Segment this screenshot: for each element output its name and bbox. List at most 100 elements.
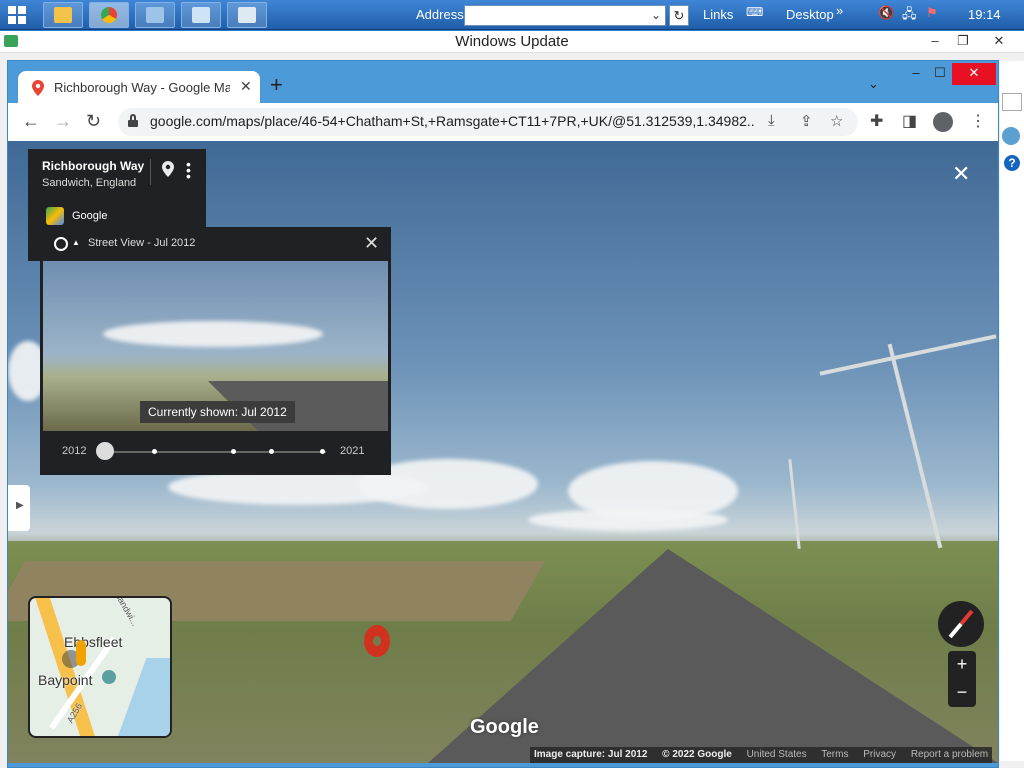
terms-link[interactable]: Terms (821, 749, 848, 760)
kebab-menu-icon[interactable]: ⋮ (970, 111, 986, 131)
place-locality: Sandwich, England (42, 177, 137, 189)
compass-icon[interactable] (938, 601, 984, 647)
window-title: Windows Update (455, 33, 569, 50)
time-machine-title: Street View - Jul 2012 (88, 237, 196, 249)
security-alert-icon[interactable]: ⚑ (926, 5, 938, 21)
extensions-icon[interactable]: ✚ (870, 111, 883, 131)
location-pin-icon[interactable] (162, 161, 174, 177)
tab-close-icon[interactable]: ✕ (240, 78, 252, 95)
minimap[interactable]: Sandwi... Ebbsfleet Baypoint A256 (28, 596, 172, 738)
caret-up-icon[interactable]: ▲ (72, 238, 80, 247)
profile-avatar[interactable] (933, 112, 953, 132)
side-panel-icon[interactable]: ◨ (902, 111, 917, 131)
close-icon[interactable]: ✕ (364, 233, 379, 254)
window-titlebar: Windows Update – ❐ ✕ (0, 31, 1024, 53)
folder-icon (54, 7, 72, 23)
zoom-out-button[interactable]: − (948, 679, 976, 707)
side-panel-toggle[interactable]: ▶ (8, 485, 30, 531)
google-watermark: Google (470, 716, 539, 738)
tab-title: Richborough Way - Google Maps (54, 80, 230, 95)
url-text[interactable]: google.com/maps/place/46-54+Chatham+St,+… (150, 113, 754, 129)
new-tab-button[interactable]: + (270, 74, 283, 96)
network-tray-icon[interactable]: 🖧 (902, 5, 917, 27)
place-name[interactable]: Richborough Way (42, 159, 144, 173)
chrome-icon (101, 7, 117, 23)
globe-icon[interactable] (1002, 127, 1020, 145)
bookmark-star-icon[interactable]: ☆ (830, 112, 843, 130)
pegman-icon[interactable] (76, 640, 86, 666)
history-icon[interactable] (54, 237, 68, 251)
forward-arrow-icon[interactable]: → (54, 111, 72, 132)
taskbar-app-network[interactable] (135, 2, 175, 28)
help-icon[interactable]: ? (1004, 155, 1020, 171)
side-field[interactable] (1002, 93, 1022, 111)
taskbar-app-window[interactable] (181, 2, 221, 28)
region-link[interactable]: United States (747, 749, 807, 760)
omnibox[interactable]: google.com/maps/place/46-54+Chatham+St,+… (118, 108, 858, 136)
volume-muted-icon[interactable]: 🔇 (878, 5, 894, 21)
start-button[interactable] (8, 6, 26, 24)
timeline-end-year: 2021 (340, 445, 365, 457)
copyright: © 2022 Google (662, 749, 732, 760)
street-lamp (887, 343, 943, 549)
image-capture-date: Image capture: Jul 2012 (534, 749, 648, 760)
time-machine-header: ▲ Street View - Jul 2012 ✕ (40, 227, 391, 261)
taskbar-app-explorer[interactable] (43, 2, 83, 28)
overflow-chevron[interactable]: » (836, 3, 843, 18)
timeline-tick[interactable] (269, 449, 274, 454)
tab-search-button[interactable]: ⌄ (868, 76, 879, 92)
timeline-start-year: 2012 (62, 445, 87, 457)
current-date-tooltip: Currently shown: Jul 2012 (140, 401, 295, 423)
maximize-button[interactable]: ❐ (946, 31, 980, 53)
chevron-down-icon[interactable]: ⌄ (651, 8, 661, 22)
taskbar-app-chrome[interactable] (89, 2, 129, 28)
divider (150, 159, 151, 185)
lock-icon[interactable] (128, 114, 138, 127)
close-street-view-button[interactable]: ✕ (952, 161, 970, 187)
clock[interactable]: 19:14 (968, 7, 1001, 22)
browser-toolbar: ← → ↻ google.com/maps/place/46-54+Chatha… (8, 103, 998, 141)
zoom-in-button[interactable]: + (948, 651, 976, 679)
install-app-icon[interactable]: ⤓ (768, 112, 775, 129)
timeline-track[interactable] (106, 451, 326, 453)
reload-icon[interactable]: ↻ (86, 111, 101, 132)
browser-close-button[interactable]: ✕ (952, 63, 996, 85)
street-view-panorama[interactable]: Richborough Way Sandwich, England • • • Go… (8, 141, 998, 763)
attribution-bar: Image capture: Jul 2012 © 2022 Google Un… (530, 747, 993, 763)
lifebuoy (364, 625, 390, 657)
taskbar: Address ⌄ ↻ Links ⌨ Desktop » 🔇 🖧 ⚑ 19:1… (0, 0, 1024, 30)
report-problem-link[interactable]: Report a problem (911, 749, 988, 760)
cloud (528, 509, 728, 531)
monitor-icon (238, 7, 256, 23)
links-toolbar[interactable]: Links (703, 7, 733, 22)
google-maps-logo-icon (46, 207, 64, 225)
window-icon (192, 7, 210, 23)
desktop-toolbar[interactable]: Desktop (786, 7, 834, 22)
address-input[interactable]: ⌄ (464, 5, 666, 26)
timeline-tick[interactable] (152, 449, 157, 454)
time-machine-panel: ▲ Street View - Jul 2012 ✕ Currently sho… (40, 227, 391, 475)
side-panel: ? (1000, 61, 1024, 761)
poi-marker-icon[interactable] (102, 670, 116, 684)
minimap-poi-label: Baypoint (38, 672, 93, 688)
timeline-slider-thumb[interactable] (96, 442, 114, 460)
tab-google-maps[interactable]: Richborough Way - Google Maps ✕ (18, 71, 260, 103)
back-arrow-icon[interactable]: ← (22, 111, 40, 132)
close-button[interactable]: ✕ (982, 31, 1016, 53)
network-icon (146, 7, 164, 23)
privacy-link[interactable]: Privacy (863, 749, 896, 760)
taskbar-app-remote[interactable] (227, 2, 267, 28)
time-machine-preview[interactable]: Currently shown: Jul 2012 (43, 261, 388, 431)
chrome-window: Richborough Way - Google Maps ✕ + ⌄ – ☐ … (7, 60, 999, 768)
refresh-icon[interactable]: ↻ (669, 5, 689, 26)
cloud (103, 321, 323, 347)
timeline-tick[interactable] (231, 449, 236, 454)
minimap-road-label: Sandwi... (112, 596, 141, 628)
minimap-water (113, 658, 170, 736)
lamp-arm (819, 334, 997, 376)
share-icon[interactable]: ⇪ (800, 112, 813, 130)
timeline-tick[interactable] (320, 449, 325, 454)
more-options-icon[interactable]: • • • (186, 157, 191, 183)
keyboard-icon[interactable]: ⌨ (746, 5, 763, 19)
chevron-right-icon: ▶ (16, 500, 24, 511)
